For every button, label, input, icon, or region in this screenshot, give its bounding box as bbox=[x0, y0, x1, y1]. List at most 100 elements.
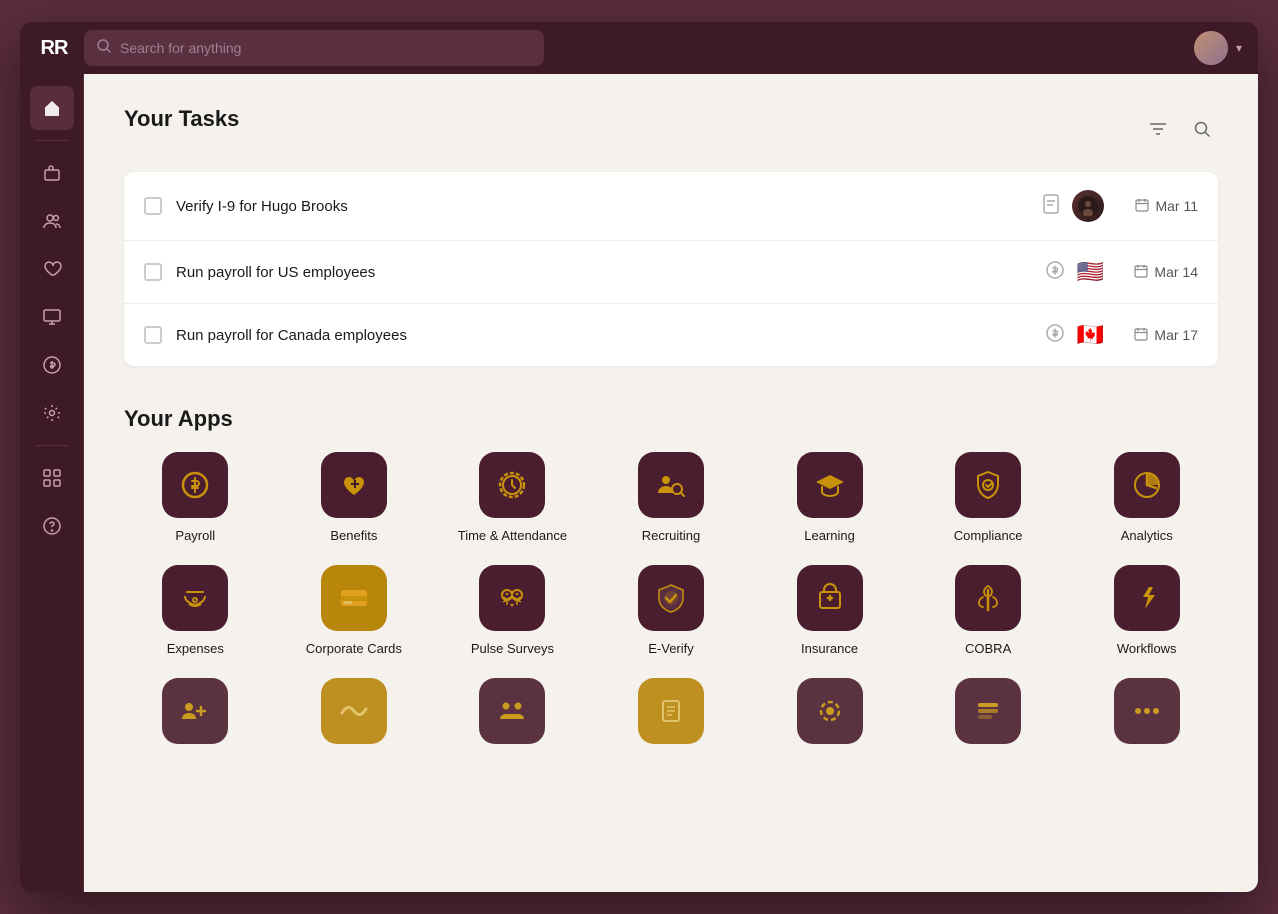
app-stub-6 bbox=[955, 678, 1021, 744]
sidebar-item-help[interactable] bbox=[30, 504, 74, 548]
app-label-workflows: Workflows bbox=[1117, 641, 1177, 658]
app-item-recruiting[interactable]: Recruiting bbox=[600, 452, 743, 545]
app-stub-4 bbox=[638, 678, 704, 744]
app-stub-3 bbox=[479, 678, 545, 744]
calendar-icon-3 bbox=[1134, 327, 1148, 344]
learning-icon bbox=[797, 452, 863, 518]
tasks-section-header: Your Tasks bbox=[124, 106, 1218, 152]
workflows-icon bbox=[1114, 565, 1180, 631]
task-date-1: Mar 11 bbox=[1118, 198, 1198, 215]
app-label-cobra: COBRA bbox=[965, 641, 1011, 658]
search-input[interactable] bbox=[120, 40, 532, 56]
dollar-icon-2 bbox=[1045, 260, 1065, 285]
task-label-1: Verify I-9 for Hugo Brooks bbox=[176, 198, 1028, 215]
task-date-2: Mar 14 bbox=[1118, 264, 1198, 281]
tasks-title: Your Tasks bbox=[124, 106, 239, 132]
task-label-2: Run payroll for US employees bbox=[176, 264, 1031, 281]
app-item-benefits[interactable]: Benefits bbox=[283, 452, 426, 545]
app-item-corporate-cards[interactable]: Corporate Cards bbox=[283, 565, 426, 658]
app-item-pulse-surveys[interactable]: Pulse Surveys bbox=[441, 565, 584, 658]
topbar: RR ▾ bbox=[20, 22, 1258, 74]
logo[interactable]: RR bbox=[36, 30, 72, 66]
sidebar-item-monitor[interactable] bbox=[30, 295, 74, 339]
app-label-pulse-surveys: Pulse Surveys bbox=[471, 641, 554, 658]
sidebar-item-benefits[interactable] bbox=[30, 247, 74, 291]
compliance-icon bbox=[955, 452, 1021, 518]
sidebar-divider-2 bbox=[36, 445, 68, 446]
calendar-icon-1 bbox=[1135, 198, 1149, 215]
task-label-3: Run payroll for Canada employees bbox=[176, 327, 1031, 344]
filter-icon[interactable] bbox=[1142, 113, 1174, 145]
app-label-recruiting: Recruiting bbox=[642, 528, 701, 545]
avatar[interactable] bbox=[1194, 31, 1228, 65]
sidebar-item-payroll[interactable] bbox=[30, 343, 74, 387]
app-label-learning: Learning bbox=[804, 528, 855, 545]
main-layout: Your Tasks bbox=[20, 74, 1258, 892]
sidebar-item-jobs[interactable] bbox=[30, 151, 74, 195]
app-label-payroll: Payroll bbox=[175, 528, 215, 545]
apps-grid: Payroll Benefits bbox=[124, 452, 1218, 658]
app-item-workflows[interactable]: Workflows bbox=[1075, 565, 1218, 658]
app-item-cobra[interactable]: COBRA bbox=[917, 565, 1060, 658]
task-icons-1 bbox=[1042, 190, 1104, 222]
payroll-icon bbox=[162, 452, 228, 518]
task-list: Verify I-9 for Hugo Brooks bbox=[124, 172, 1218, 366]
tasks-actions bbox=[1142, 113, 1218, 145]
apps-title: Your Apps bbox=[124, 406, 1218, 432]
app-item-expenses[interactable]: Expenses bbox=[124, 565, 267, 658]
table-row: Verify I-9 for Hugo Brooks bbox=[124, 172, 1218, 241]
app-stub-5 bbox=[797, 678, 863, 744]
app-item-stub-7[interactable] bbox=[1075, 678, 1218, 744]
app-item-stub-2[interactable] bbox=[283, 678, 426, 744]
app-label-analytics: Analytics bbox=[1121, 528, 1173, 545]
app-item-analytics[interactable]: Analytics bbox=[1075, 452, 1218, 545]
insurance-icon bbox=[797, 565, 863, 631]
search-tasks-icon[interactable] bbox=[1186, 113, 1218, 145]
sidebar bbox=[20, 74, 84, 892]
app-item-stub-5[interactable] bbox=[758, 678, 901, 744]
recruiting-icon bbox=[638, 452, 704, 518]
calendar-icon-2 bbox=[1134, 264, 1148, 281]
time-icon bbox=[479, 452, 545, 518]
app-item-stub-1[interactable] bbox=[124, 678, 267, 744]
app-label-benefits: Benefits bbox=[330, 528, 377, 545]
pulse-surveys-icon bbox=[479, 565, 545, 631]
us-flag-icon: 🇺🇸 bbox=[1077, 259, 1104, 285]
analytics-icon bbox=[1114, 452, 1180, 518]
apps-grid-bottom bbox=[124, 678, 1218, 744]
task-checkbox-3[interactable] bbox=[144, 326, 162, 344]
app-label-compliance: Compliance bbox=[954, 528, 1023, 545]
chevron-down-icon[interactable]: ▾ bbox=[1236, 41, 1242, 55]
app-item-time[interactable]: Time & Attendance bbox=[441, 452, 584, 545]
sidebar-item-home[interactable] bbox=[30, 86, 74, 130]
app-stub-2 bbox=[321, 678, 387, 744]
e-verify-icon bbox=[638, 565, 704, 631]
search-bar[interactable] bbox=[84, 30, 544, 66]
app-item-e-verify[interactable]: E-Verify bbox=[600, 565, 743, 658]
app-stub-7 bbox=[1114, 678, 1180, 744]
table-row: Run payroll for US employees 🇺🇸 bbox=[124, 241, 1218, 304]
main-content: Your Tasks bbox=[84, 74, 1258, 892]
app-item-stub-6[interactable] bbox=[917, 678, 1060, 744]
task-checkbox-2[interactable] bbox=[144, 263, 162, 281]
app-item-learning[interactable]: Learning bbox=[758, 452, 901, 545]
cobra-icon bbox=[955, 565, 1021, 631]
app-item-compliance[interactable]: Compliance bbox=[917, 452, 1060, 545]
app-stub-1 bbox=[162, 678, 228, 744]
task-avatar-1 bbox=[1072, 190, 1104, 222]
sidebar-item-apps[interactable] bbox=[30, 456, 74, 500]
topbar-right: ▾ bbox=[1194, 31, 1242, 65]
app-item-stub-4[interactable] bbox=[600, 678, 743, 744]
sidebar-item-people[interactable] bbox=[30, 199, 74, 243]
app-item-stub-3[interactable] bbox=[441, 678, 584, 744]
task-checkbox-1[interactable] bbox=[144, 197, 162, 215]
table-row: Run payroll for Canada employees 🇨🇦 bbox=[124, 304, 1218, 366]
task-icons-2: 🇺🇸 bbox=[1045, 259, 1104, 285]
dollar-icon-3 bbox=[1045, 323, 1065, 348]
task-date-3: Mar 17 bbox=[1118, 327, 1198, 344]
app-item-payroll[interactable]: Payroll bbox=[124, 452, 267, 545]
sidebar-item-settings[interactable] bbox=[30, 391, 74, 435]
avatar-image bbox=[1194, 31, 1228, 65]
app-label-corporate-cards: Corporate Cards bbox=[306, 641, 402, 658]
app-item-insurance[interactable]: Insurance bbox=[758, 565, 901, 658]
